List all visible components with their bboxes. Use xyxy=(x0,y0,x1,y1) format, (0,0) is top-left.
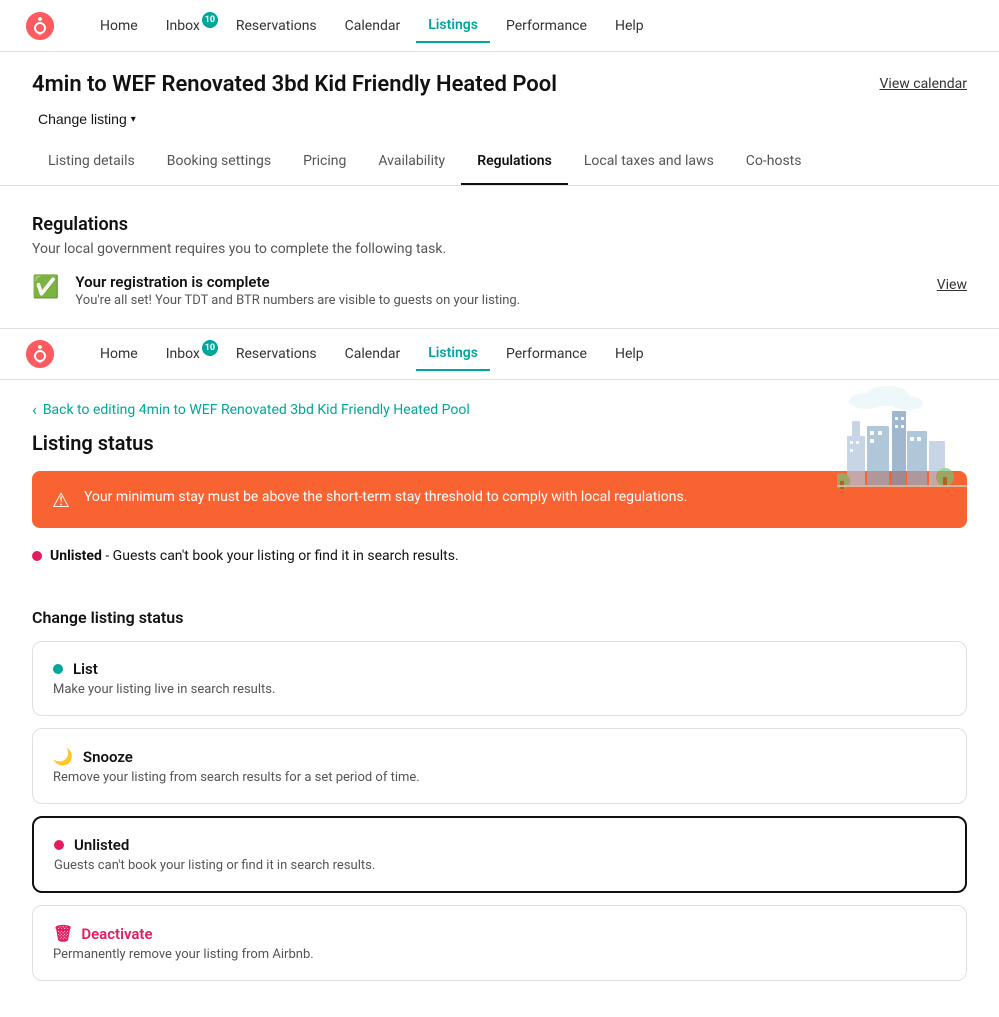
chevron-down-icon: ▾ xyxy=(131,114,136,125)
city-illustration xyxy=(837,381,967,491)
nav-inbox[interactable]: Inbox 10 xyxy=(154,10,220,42)
top-navigation: Home Inbox 10 Reservations Calendar List… xyxy=(0,0,999,52)
back-arrow-icon: ‹ xyxy=(32,400,37,419)
list-green-dot xyxy=(53,664,63,674)
change-status-title: Change listing status xyxy=(32,608,967,627)
nav-help[interactable]: Help xyxy=(603,10,656,42)
tab-local-taxes[interactable]: Local taxes and laws xyxy=(568,139,730,185)
secondary-nav-performance[interactable]: Performance xyxy=(494,338,599,370)
secondary-nav-help[interactable]: Help xyxy=(603,338,656,370)
list-card-desc: Make your listing live in search results… xyxy=(53,682,946,697)
list-card-title: List xyxy=(73,660,98,678)
change-status-section: Change listing status List Make your lis… xyxy=(0,608,999,1017)
tab-booking-settings[interactable]: Booking settings xyxy=(151,139,287,185)
snooze-card-desc: Remove your listing from search results … xyxy=(53,770,946,785)
snooze-option-card[interactable]: 🌙 Snooze Remove your listing from search… xyxy=(32,728,967,804)
secondary-nav-inbox[interactable]: Inbox 10 xyxy=(154,338,220,370)
warning-triangle-icon: ⚠ xyxy=(52,488,70,512)
secondary-nav-listings[interactable]: Listings xyxy=(416,337,490,371)
unlisted-card-title: Unlisted xyxy=(74,836,129,854)
regulations-subtitle: Your local government requires you to co… xyxy=(32,241,967,257)
reg-card-title: Your registration is complete xyxy=(75,273,920,291)
registration-card: ✅ Your registration is complete You're a… xyxy=(32,273,967,308)
tab-cohosts[interactable]: Co-hosts xyxy=(730,139,818,185)
warning-text: Your minimum stay must be above the shor… xyxy=(84,487,687,508)
secondary-nav-calendar[interactable]: Calendar xyxy=(333,338,413,370)
change-listing-row: Change listing ▾ xyxy=(0,97,999,131)
back-link-text: Back to editing 4min to WEF Renovated 3b… xyxy=(43,402,470,418)
unlisted-red-dot xyxy=(54,840,64,850)
view-calendar-link[interactable]: View calendar xyxy=(880,76,968,92)
listing-status-title: Listing status xyxy=(32,431,967,455)
secondary-inbox-badge: 10 xyxy=(202,340,218,356)
nav-links: Home Inbox 10 Reservations Calendar List… xyxy=(88,9,656,43)
nav-home[interactable]: Home xyxy=(88,10,150,42)
deactivate-card-desc: Permanently remove your listing from Air… xyxy=(53,947,946,962)
list-option-card[interactable]: List Make your listing live in search re… xyxy=(32,641,967,716)
warning-box: ⚠ Your minimum stay must be above the sh… xyxy=(32,471,967,528)
tab-availability[interactable]: Availability xyxy=(362,139,461,185)
airbnb-logo[interactable] xyxy=(24,10,56,42)
unlisted-card-header: Unlisted xyxy=(54,836,945,854)
view-registration-link[interactable]: View xyxy=(937,277,967,293)
snooze-card-header: 🌙 Snooze xyxy=(53,747,946,766)
unlisted-label: Unlisted - Guests can't book your listin… xyxy=(50,548,459,564)
page-header: 4min to WEF Renovated 3bd Kid Friendly H… xyxy=(0,52,999,97)
deactivate-card-title: 🗑 Deactivate xyxy=(53,924,946,943)
regulations-title: Regulations xyxy=(32,214,967,235)
nav-reservations[interactable]: Reservations xyxy=(224,10,329,42)
tab-pricing[interactable]: Pricing xyxy=(287,139,362,185)
regulations-wrapper: Regulations Your local government requir… xyxy=(0,186,999,328)
reg-card-desc: You're all set! Your TDT and BTR numbers… xyxy=(75,293,920,308)
secondary-nav-links: Home Inbox 10 Reservations Calendar List… xyxy=(88,337,656,371)
secondary-nav-home[interactable]: Home xyxy=(88,338,150,370)
snooze-card-title: Snooze xyxy=(83,748,133,766)
inbox-badge: 10 xyxy=(202,12,218,28)
current-status-row: Unlisted - Guests can't book your listin… xyxy=(32,544,967,584)
unlisted-option-card[interactable]: Unlisted Guests can't book your listing … xyxy=(32,816,967,893)
deactivate-option-card[interactable]: 🗑 Deactivate Permanently remove your lis… xyxy=(32,905,967,981)
secondary-navigation: Home Inbox 10 Reservations Calendar List… xyxy=(0,328,999,380)
tab-regulations[interactable]: Regulations xyxy=(461,139,568,185)
unlisted-indicator xyxy=(32,551,42,561)
check-circle-icon: ✅ xyxy=(32,275,59,300)
unlisted-card-desc: Guests can't book your listing or find i… xyxy=(54,858,945,873)
back-link[interactable]: ‹ Back to editing 4min to WEF Renovated … xyxy=(32,400,470,419)
nav-listings[interactable]: Listings xyxy=(416,9,490,43)
listing-title: 4min to WEF Renovated 3bd Kid Friendly H… xyxy=(32,72,557,97)
trash-icon: 🗑 xyxy=(53,924,73,943)
tab-listing-details[interactable]: Listing details xyxy=(32,139,151,185)
moon-icon: 🌙 xyxy=(53,747,73,766)
nav-calendar[interactable]: Calendar xyxy=(333,10,413,42)
secondary-nav-reservations[interactable]: Reservations xyxy=(224,338,329,370)
airbnb-logo-secondary[interactable] xyxy=(24,338,56,370)
regulations-section: Regulations Your local government requir… xyxy=(0,186,999,328)
change-listing-button[interactable]: Change listing ▾ xyxy=(32,107,142,131)
nav-performance[interactable]: Performance xyxy=(494,10,599,42)
reg-card-content: Your registration is complete You're all… xyxy=(75,273,920,308)
list-card-header: List xyxy=(53,660,946,678)
tabs-row: Listing details Booking settings Pricing… xyxy=(0,139,999,186)
